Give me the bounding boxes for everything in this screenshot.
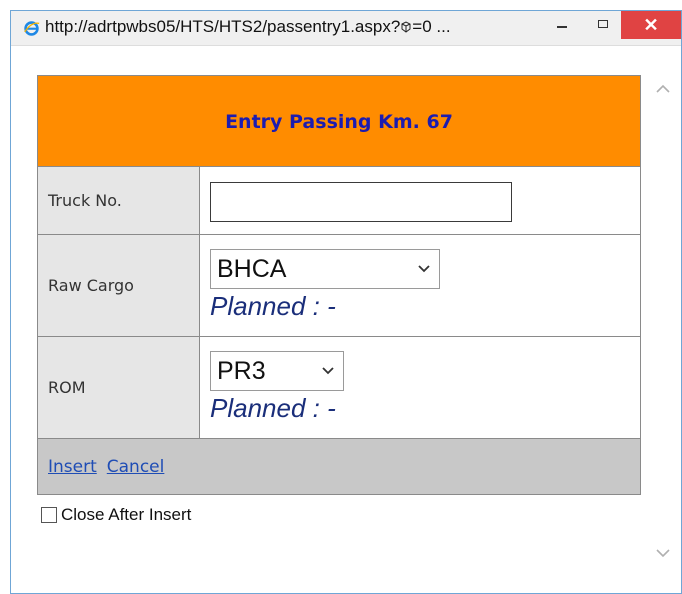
cancel-link[interactable]: Cancel [107,457,165,477]
close-after-insert-checkbox[interactable] [41,507,57,523]
maximize-icon [598,20,608,28]
close-after-insert-label: Close After Insert [61,505,192,524]
rom-selected: PR3 [217,356,266,385]
rom-select[interactable]: PR3 [210,351,344,391]
title-bar: http://adrtpwbs05/HTS/HTS2/passentry1.as… [11,11,681,46]
rom-label: ROM [37,336,200,439]
close-after-insert-option[interactable]: Close After Insert [41,505,191,525]
chevron-down-icon [322,367,334,375]
close-button[interactable]: ✕ [621,11,681,39]
minimize-icon [557,26,567,28]
entry-form: Entry Passing Km. 67 Truck No. Raw Cargo… [37,75,641,495]
form-header: Entry Passing Km. 67 [37,75,641,167]
window-title: http://adrtpwbs05/HTS/HTS2/passentry1.as… [45,17,451,36]
maximize-button[interactable] [588,11,618,37]
scroll-down-icon[interactable] [655,547,671,559]
dice-icon [401,21,411,33]
minimize-button[interactable] [547,11,577,37]
form-footer: Insert Cancel [37,438,641,495]
close-icon: ✕ [643,14,659,35]
insert-link[interactable]: Insert [48,457,97,477]
ie-icon [24,21,40,36]
raw-cargo-planned: Planned : - [210,291,336,321]
popup-window: http://adrtpwbs05/HTS/HTS2/passentry1.as… [10,10,682,594]
scroll-up-icon[interactable] [655,83,671,95]
rom-planned: Planned : - [210,393,336,423]
raw-cargo-select[interactable]: BHCA [210,249,440,289]
raw-cargo-selected: BHCA [217,254,287,283]
truck-no-label: Truck No. [37,166,200,235]
raw-cargo-label: Raw Cargo [37,234,200,337]
truck-no-input[interactable] [210,181,512,222]
chevron-down-icon [418,265,430,273]
